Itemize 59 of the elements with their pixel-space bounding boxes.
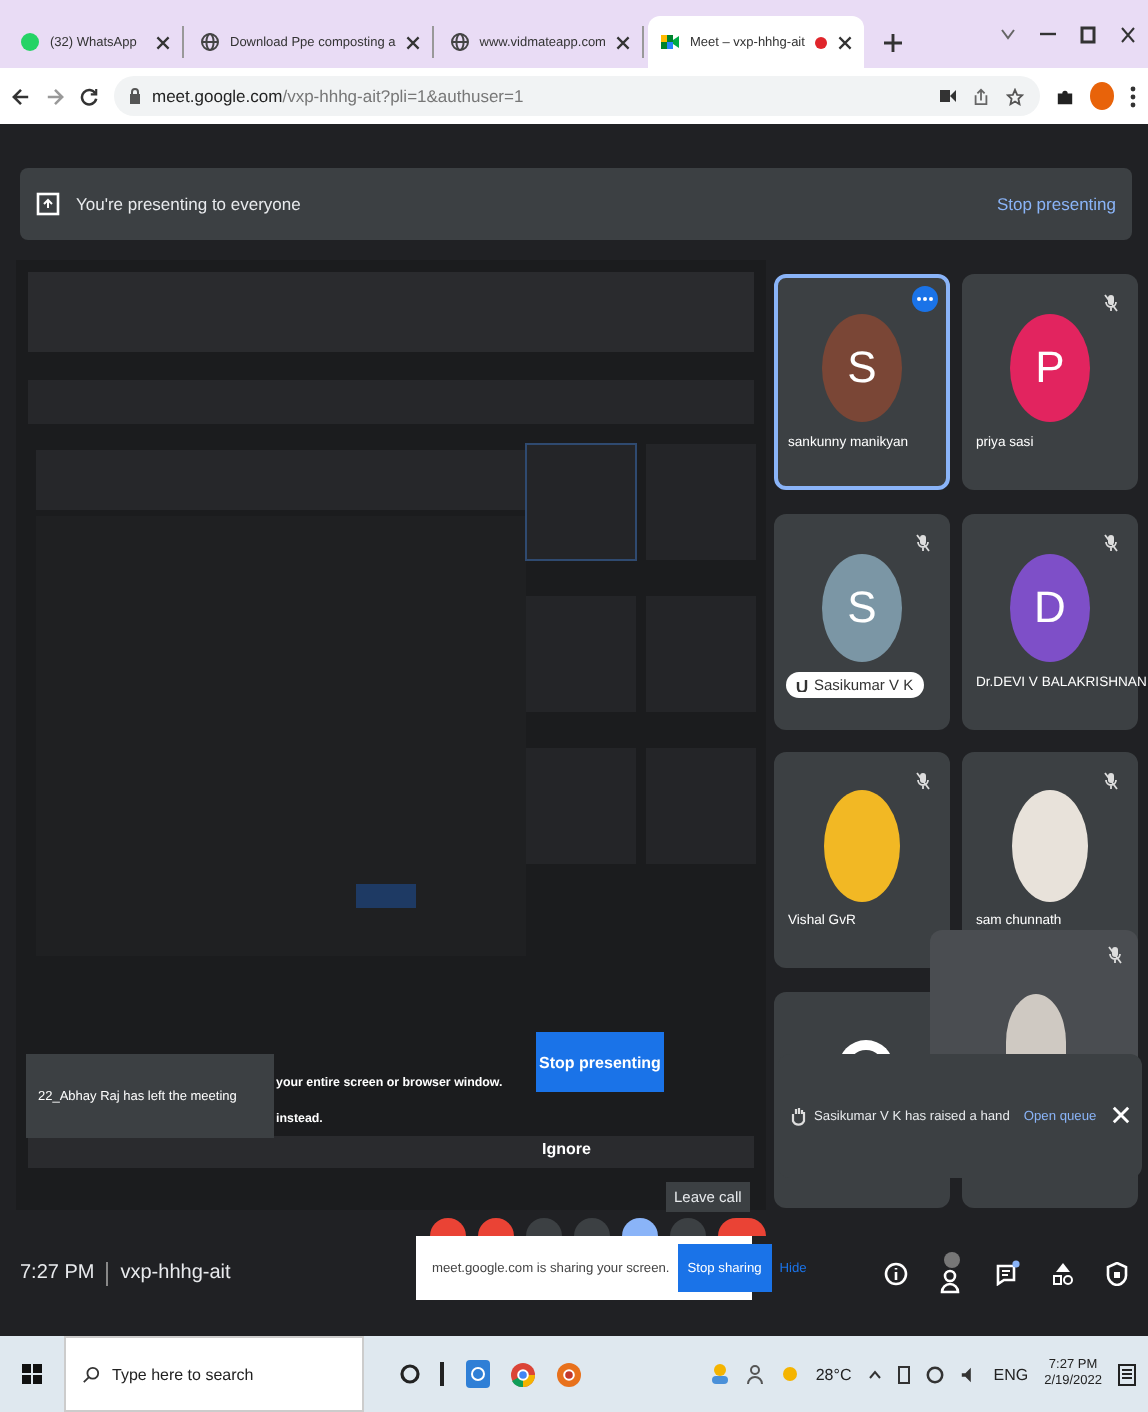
shield-icon[interactable] [1106, 1261, 1128, 1285]
battery-icon [897, 1364, 910, 1384]
close-icon[interactable] [615, 35, 630, 49]
call-control-button[interactable] [430, 1218, 466, 1236]
banner-text: You're presenting to everyone [76, 194, 301, 214]
task-view-icon[interactable] [440, 1362, 446, 1386]
call-control-button[interactable] [478, 1218, 514, 1236]
call-control-button[interactable] [718, 1218, 766, 1236]
app-icon[interactable] [466, 1360, 490, 1388]
language-indicator[interactable]: ENG [993, 1365, 1029, 1383]
cortana-icon[interactable] [400, 1364, 420, 1384]
info-icon[interactable] [884, 1261, 908, 1285]
browser-icon[interactable] [510, 1361, 536, 1387]
more-menu-icon[interactable] [1130, 85, 1136, 107]
globe-icon [200, 32, 220, 52]
share-icon[interactable] [972, 87, 990, 105]
taskbar-search-field[interactable]: Type here to search [64, 1336, 364, 1412]
avatar-circle: D [1010, 553, 1090, 661]
shapes-icon[interactable] [1052, 1261, 1074, 1285]
search-icon [82, 1365, 100, 1383]
address-bar[interactable]: meet.google.com/vxp-hhhg-ait?pli=1&authuser=1 [114, 76, 1040, 116]
browser-icon[interactable] [556, 1361, 582, 1387]
chevron-up-icon[interactable] [867, 1369, 882, 1379]
present-screen-icon [36, 192, 60, 216]
person-icon[interactable] [745, 1363, 764, 1385]
close-icon[interactable] [156, 35, 170, 49]
more-options-button[interactable] [912, 286, 938, 312]
reload-icon[interactable] [80, 87, 98, 105]
temperature-text: 28°C [815, 1365, 852, 1383]
avatar-circle: P [1010, 314, 1090, 422]
meeting-code: vxp-hhhg-ait [120, 1262, 231, 1284]
ignore-link[interactable]: Ignore [542, 1140, 591, 1158]
forward-arrow-icon[interactable] [46, 87, 64, 105]
avatar-circle: S [822, 314, 902, 422]
stop-presenting-button[interactable]: Stop presenting [536, 1032, 664, 1092]
avatar-circle: S [822, 553, 902, 661]
restore-icon[interactable] [1080, 25, 1096, 43]
back-arrow-icon[interactable] [12, 87, 30, 105]
notifications-icon[interactable] [1118, 1363, 1136, 1385]
call-control-button[interactable] [622, 1218, 658, 1236]
chevron-down-icon[interactable] [1000, 28, 1016, 40]
weather-icon[interactable] [709, 1362, 730, 1386]
new-tab-icon[interactable] [884, 34, 903, 52]
camera-icon[interactable] [940, 90, 956, 102]
close-icon[interactable] [405, 35, 420, 49]
close-icon[interactable] [838, 35, 853, 49]
stop-presenting-link[interactable]: Stop presenting [996, 194, 1116, 214]
profile-avatar[interactable] [1090, 82, 1114, 110]
people-icon[interactable] [940, 1251, 964, 1295]
close-icon[interactable] [1120, 25, 1136, 43]
windows-start-icon[interactable] [22, 1364, 42, 1384]
video-logo-icon [659, 32, 680, 52]
meeting-time: 7:27 PM [20, 1262, 95, 1284]
network-icon [925, 1365, 944, 1383]
star-icon[interactable] [1006, 87, 1024, 105]
chat-icon[interactable] [996, 1260, 1020, 1286]
globe-icon [449, 32, 470, 52]
chat-icon [20, 32, 40, 52]
lock-icon [130, 88, 140, 104]
